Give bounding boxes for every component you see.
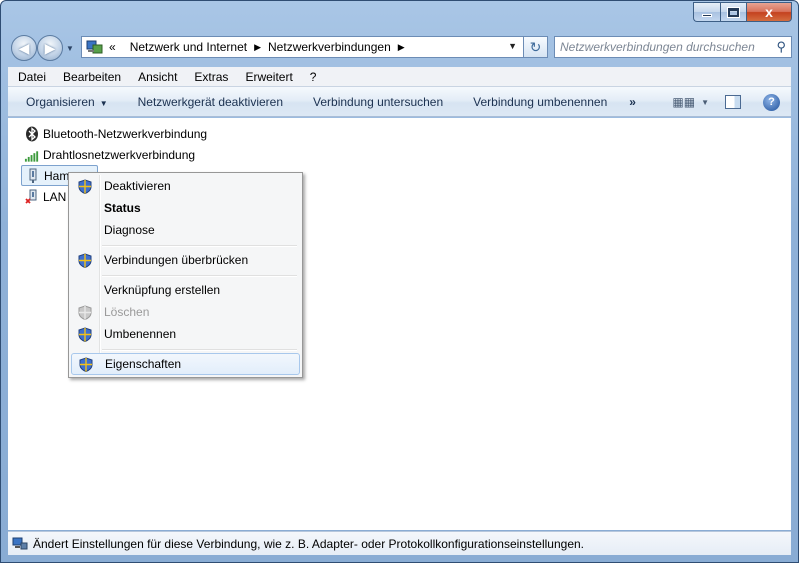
menu-item-status[interactable]: Status	[71, 197, 300, 219]
menu-help[interactable]: ?	[301, 70, 325, 84]
uac-shield-icon	[71, 304, 99, 320]
search-placeholder: Netzwerkverbindungen durchsuchen	[560, 40, 755, 54]
uac-shield-icon	[71, 252, 99, 268]
menu-item-label: Eigenschaften	[105, 357, 182, 371]
maximize-button[interactable]	[720, 2, 746, 22]
recent-pages-dropdown[interactable]: ▼	[66, 44, 74, 53]
connection-label: Drahtlosnetzwerkverbindung	[43, 148, 196, 162]
breadcrumb-item-network-internet[interactable]: Netzwerk und Internet	[130, 40, 247, 54]
menu-edit[interactable]: Bearbeiten	[54, 70, 129, 84]
breadcrumb-arrow-icon[interactable]: ▶	[398, 42, 405, 53]
menu-advanced[interactable]: Erweitert	[236, 70, 300, 84]
forward-button[interactable]: ▶	[37, 35, 63, 61]
menu-file[interactable]: Datei	[8, 70, 54, 84]
menu-item-deactivate[interactable]: Deaktivieren	[71, 175, 300, 197]
menu-separator	[102, 245, 297, 247]
menu-item-label: Verknüpfung erstellen	[104, 283, 221, 297]
diagnose-connection-button[interactable]: Verbindung untersuchen	[313, 95, 443, 109]
uac-shield-icon	[71, 326, 99, 342]
menu-item-bridge[interactable]: Verbindungen überbrücken	[71, 249, 300, 271]
menu-separator	[102, 349, 297, 351]
connection-label: LAN	[43, 190, 67, 204]
uac-shield-icon	[72, 356, 100, 372]
maximize-icon	[727, 6, 740, 18]
minimize-button[interactable]	[693, 2, 720, 22]
minimize-icon	[702, 14, 712, 17]
connection-label: Bluetooth-Netzwerkverbindung	[43, 127, 208, 141]
close-icon: x	[765, 4, 773, 20]
menu-item-create-shortcut[interactable]: Verknüpfung erstellen	[71, 279, 300, 301]
network-adapter-icon	[25, 168, 41, 184]
menu-item-label: Umbenennen	[104, 327, 177, 341]
status-bar: Ändert Einstellungen für diese Verbindun…	[8, 531, 791, 555]
more-commands-button[interactable]: »	[629, 95, 636, 109]
command-bar: Organisieren ▼ Netzwerkgerät deaktivieren…	[8, 87, 791, 117]
connection-lan[interactable]: LAN	[24, 187, 66, 207]
connection-bluetooth[interactable]: Bluetooth-Netzwerkverbindung	[24, 124, 207, 144]
address-bar[interactable]: « Netzwerk und Internet ▶ Netzwerkverbin…	[81, 36, 524, 58]
chevron-down-icon: ▼	[99, 98, 108, 108]
breadcrumb-overflow[interactable]: «	[109, 40, 116, 54]
network-connections-icon	[12, 537, 28, 551]
breadcrumb: « Netzwerk und Internet ▶ Netzwerkverbin…	[109, 40, 412, 54]
address-dropdown-icon[interactable]: ▼	[508, 41, 517, 51]
menu-item-label: Status	[104, 201, 141, 215]
menu-item-delete: Löschen	[71, 301, 300, 323]
menu-item-label: Diagnose	[104, 223, 155, 237]
menu-item-rename[interactable]: Umbenennen	[71, 323, 300, 345]
back-button[interactable]: ◀	[11, 35, 37, 61]
disable-device-button[interactable]: Netzwerkgerät deaktivieren	[138, 95, 283, 109]
close-button[interactable]: x	[746, 2, 792, 22]
breadcrumb-item-network-connections[interactable]: Netzwerkverbindungen	[268, 40, 391, 54]
uac-shield-icon	[71, 178, 99, 194]
status-text: Ändert Einstellungen für diese Verbindun…	[33, 536, 585, 551]
menu-view[interactable]: Ansicht	[129, 70, 185, 84]
search-input[interactable]: Netzwerkverbindungen durchsuchen ⚲	[554, 36, 792, 58]
change-view-icon[interactable]: ▦▦	[672, 95, 695, 109]
menu-bar: Datei Bearbeiten Ansicht Extras Erweiter…	[8, 67, 791, 87]
caption-buttons: x	[693, 2, 792, 22]
refresh-button[interactable]: ↻	[524, 36, 548, 58]
connection-label: Ham	[44, 168, 70, 183]
menu-item-label: Löschen	[104, 305, 150, 319]
preview-pane-icon[interactable]	[725, 95, 741, 109]
view-controls: ▦▦ ▼ ?	[672, 87, 791, 117]
navigation-bar: ◀ ▶ ▼ « Netzwerk und Internet ▶ Netzwerk…	[7, 33, 792, 63]
organize-label: Organisieren	[26, 94, 95, 109]
menu-item-label: Verbindungen überbrücken	[104, 253, 249, 267]
breadcrumb-arrow-icon[interactable]: ▶	[254, 42, 261, 53]
menu-separator	[102, 275, 297, 277]
wireless-signal-icon	[24, 147, 40, 163]
rename-connection-button[interactable]: Verbindung umbenennen	[473, 95, 607, 109]
organize-button[interactable]: Organisieren ▼	[26, 95, 108, 109]
network-adapter-disconnected-icon	[24, 189, 40, 205]
bluetooth-icon	[24, 126, 40, 142]
connection-wireless[interactable]: Drahtlosnetzwerkverbindung	[24, 145, 195, 165]
menu-tools[interactable]: Extras	[185, 70, 236, 84]
context-menu: Deaktivieren Status Diagnose Verbindunge…	[68, 172, 303, 378]
menu-item-properties[interactable]: Eigenschaften	[71, 353, 300, 375]
network-connections-icon	[85, 38, 105, 56]
back-arrow-icon: ◀	[18, 39, 30, 56]
refresh-icon: ↻	[529, 38, 542, 55]
forward-arrow-icon: ▶	[44, 39, 56, 56]
help-icon[interactable]: ?	[763, 93, 780, 111]
view-dropdown-icon[interactable]: ▼	[701, 98, 709, 107]
search-icon[interactable]: ⚲	[776, 39, 786, 55]
menu-item-label: Deaktivieren	[104, 179, 171, 193]
menu-item-diagnose[interactable]: Diagnose	[71, 219, 300, 241]
